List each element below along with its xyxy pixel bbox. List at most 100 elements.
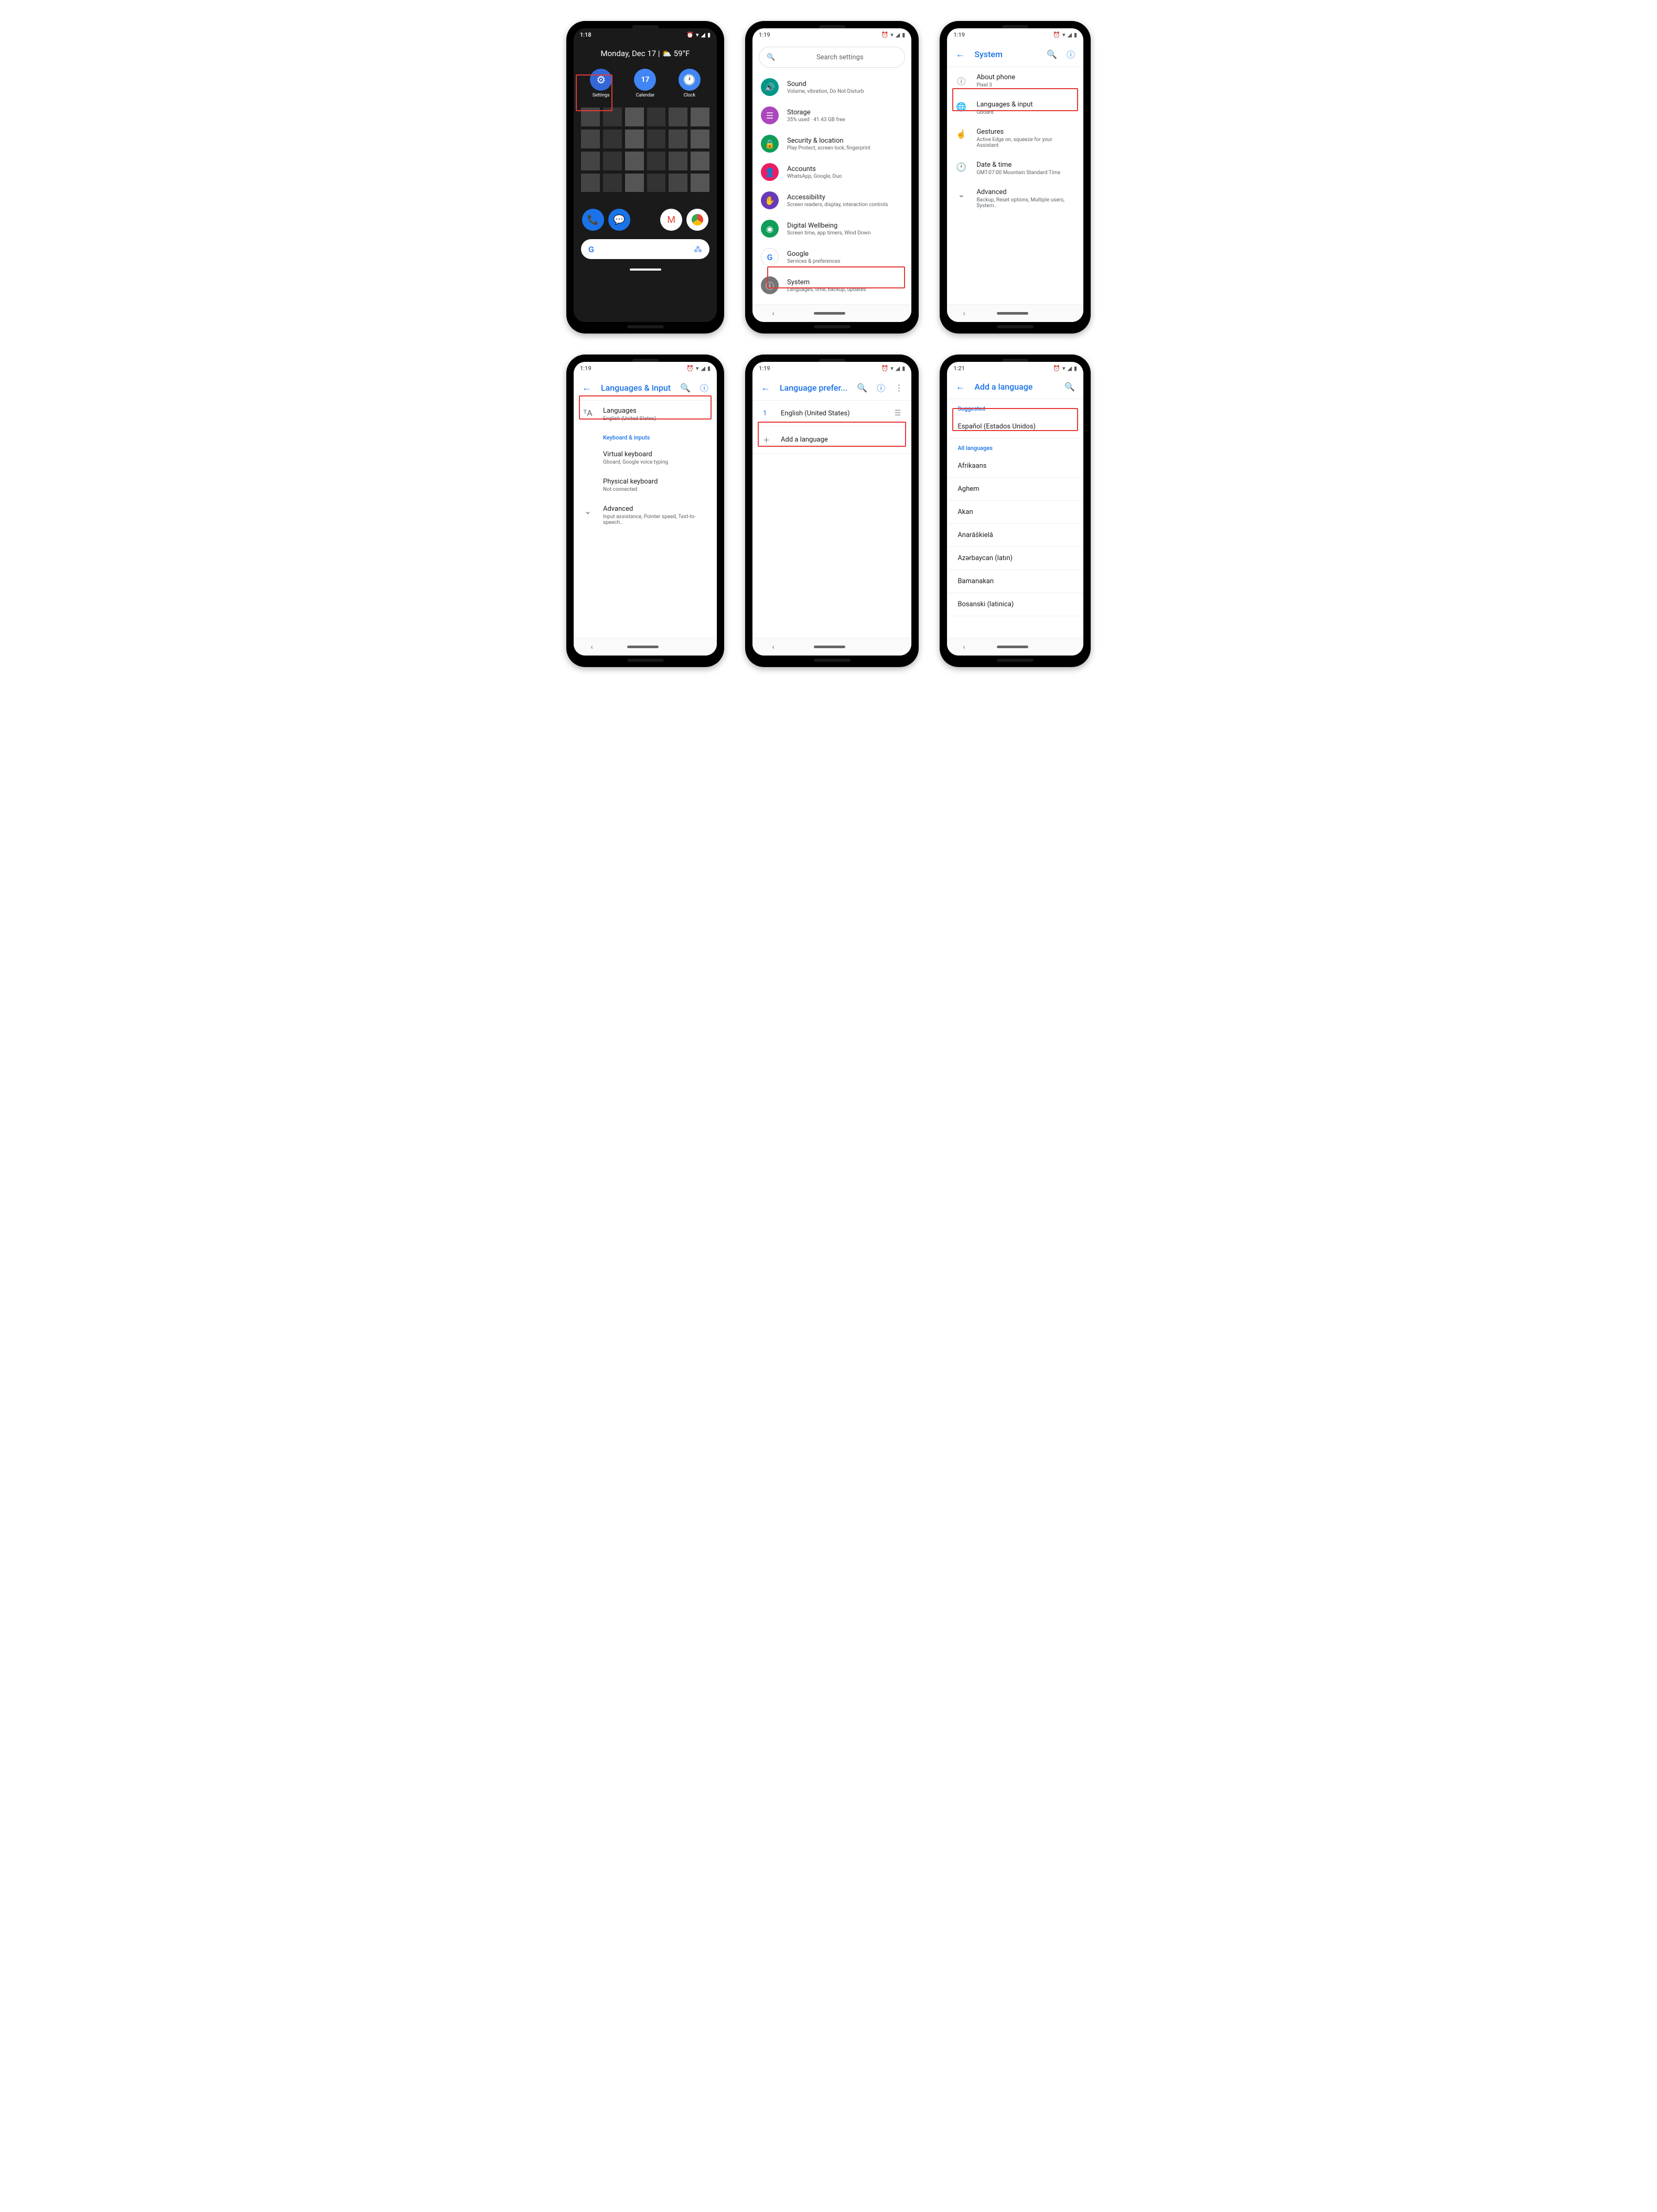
help-icon[interactable]: ⓘ	[877, 381, 885, 394]
google-search-bar[interactable]: G ⁂	[581, 239, 709, 259]
back-button[interactable]: ‹	[772, 309, 774, 318]
status-time: 1:18	[580, 31, 591, 38]
system-screen: 1:19 ⏰▾◢▮ ← System 🔍 ⓘ ⓘAbout phonePixel…	[947, 28, 1083, 322]
overflow-icon[interactable]: ⋮	[895, 383, 903, 393]
lang-pref-screen: 1:19 ⏰▾◢▮ ← Language prefer... 🔍 ⓘ ⋮ 1 E…	[752, 362, 911, 656]
nav-bar: ‹	[947, 304, 1083, 322]
system-row-gestures[interactable]: ☝GesturesActive Edge on, squeeze for you…	[947, 122, 1083, 155]
page-title: Language prefer...	[780, 383, 847, 393]
back-button[interactable]: ‹	[590, 643, 593, 651]
system-row-about-phone[interactable]: ⓘAbout phonePixel 3	[947, 67, 1083, 94]
app-bar: ← Add a language 🔍	[947, 375, 1083, 399]
home-button[interactable]	[814, 312, 845, 315]
language-option[interactable]: Aghem	[947, 478, 1083, 501]
page-title: System	[974, 49, 1037, 59]
status-bar: 1:18 ⏰▾◢▮	[574, 28, 717, 41]
settings-row-accessibility[interactable]: ✋AccessibilityScreen readers, display, i…	[752, 186, 911, 214]
search-icon[interactable]: 🔍	[1047, 49, 1057, 59]
phone-add-lang: 1:21 ⏰▾◢▮ ← Add a language 🔍 Suggested E…	[940, 355, 1091, 667]
row-icon: G	[761, 248, 779, 266]
help-icon[interactable]: ⓘ	[700, 381, 708, 394]
row-icon: 🌐	[955, 102, 967, 112]
row-suggested-language[interactable]: Español (Estados Unidos)	[947, 415, 1083, 438]
app-calendar[interactable]: 17Calendar	[634, 69, 656, 98]
gmail-app-icon[interactable]: M	[660, 209, 682, 231]
status-time: 1:19	[759, 31, 770, 38]
phone-app-icon[interactable]: 📞	[582, 209, 604, 231]
status-time: 1:19	[580, 365, 591, 372]
system-row-languages-input[interactable]: 🌐Languages & inputGboard	[947, 94, 1083, 122]
settings-row-accounts[interactable]: 👤AccountsWhatsApp, Google, Duo	[752, 158, 911, 186]
settings-row-storage[interactable]: ☰Storage35% used · 41.43 GB free	[752, 101, 911, 130]
help-icon[interactable]: ⓘ	[1067, 48, 1075, 60]
messages-app-icon[interactable]: 💬	[608, 209, 630, 231]
system-row-advanced[interactable]: ⌄AdvancedBackup, Reset options, Multiple…	[947, 182, 1083, 215]
phone-home: 1:18 ⏰▾◢▮ Monday, Dec 17 | ⛅ 59°F ⚙Setti…	[566, 21, 724, 334]
home-button[interactable]	[627, 646, 659, 648]
drag-handle-icon[interactable]: ☰	[895, 409, 901, 417]
settings-row-security-location[interactable]: 🔒Security & locationPlay Protect, screen…	[752, 130, 911, 158]
settings-row-sound[interactable]: 🔊SoundVolume, vibration, Do Not Disturb	[752, 73, 911, 101]
home-button[interactable]	[997, 312, 1028, 315]
search-icon[interactable]: 🔍	[857, 383, 867, 393]
language-option[interactable]: Afrikaans	[947, 455, 1083, 478]
language-option[interactable]: Azərbaycan (latın)	[947, 547, 1083, 570]
status-time: 1:19	[759, 365, 770, 372]
home-indicator[interactable]	[630, 269, 661, 271]
system-list[interactable]: ⓘAbout phonePixel 3🌐Languages & inputGbo…	[947, 67, 1083, 304]
app-bar: ← Languages & input 🔍 ⓘ	[574, 375, 717, 401]
settings-row-tips-support[interactable]: ?Tips & supportHelp articles, phone & ch…	[752, 299, 911, 304]
row-languages[interactable]: ᵀA LanguagesEnglish (United States)	[574, 401, 717, 428]
calendar-icon: 17	[634, 69, 656, 91]
phone-lang-pref: 1:19 ⏰▾◢▮ ← Language prefer... 🔍 ⓘ ⋮ 1 E…	[745, 355, 919, 667]
section-all-languages: All languages	[947, 438, 1083, 455]
add-language-list[interactable]: Suggested Español (Estados Unidos) All l…	[947, 399, 1083, 638]
system-row-date-time[interactable]: 🕐Date & timeGMT-07:00 Mountain Standard …	[947, 155, 1083, 182]
back-icon[interactable]: ←	[582, 382, 591, 393]
status-icons: ⏰▾◢▮	[1053, 365, 1077, 372]
add-lang-screen: 1:21 ⏰▾◢▮ ← Add a language 🔍 Suggested E…	[947, 362, 1083, 656]
back-button[interactable]: ‹	[963, 643, 965, 651]
row-icon: 👤	[761, 163, 779, 181]
status-bar: 1:19 ⏰▾◢▮	[752, 362, 911, 375]
row-add-language[interactable]: ＋ Add a language	[752, 426, 911, 454]
back-button[interactable]: ‹	[772, 643, 774, 651]
language-option[interactable]: Anarâškielâ	[947, 524, 1083, 547]
back-button[interactable]: ‹	[963, 309, 965, 318]
settings-list[interactable]: 🔊SoundVolume, vibration, Do Not Disturb☰…	[752, 73, 911, 304]
back-icon[interactable]: ←	[955, 381, 965, 392]
lang-input-screen: 1:19 ⏰▾◢▮ ← Languages & input 🔍 ⓘ ᵀA Lan…	[574, 362, 717, 656]
settings-row-google[interactable]: GGoogleServices & preferences	[752, 243, 911, 271]
home-button[interactable]	[814, 646, 845, 648]
back-icon[interactable]: ←	[761, 382, 770, 393]
back-icon[interactable]: ←	[955, 49, 965, 60]
dock: 📞 💬 M	[574, 201, 717, 234]
search-icon[interactable]: 🔍	[680, 383, 691, 393]
row-icon: 🔊	[761, 78, 779, 96]
chrome-app-icon[interactable]	[686, 209, 708, 231]
language-option[interactable]: Bamanakan	[947, 570, 1083, 593]
app-settings[interactable]: ⚙Settings	[590, 69, 612, 98]
status-bar: 1:19 ⏰▾◢▮	[752, 28, 911, 41]
row-icon: ⓘ	[761, 276, 779, 294]
row-current-language[interactable]: 1 English (United States) ☰	[752, 401, 911, 426]
app-clock[interactable]: 🕐Clock	[679, 69, 701, 98]
nav-bar: ‹	[574, 638, 717, 656]
home-button[interactable]	[997, 646, 1028, 648]
settings-row-system[interactable]: ⓘSystemLanguages, time, backup, updates	[752, 271, 911, 299]
settings-row-digital-wellbeing[interactable]: ◉Digital WellbeingScreen time, app timer…	[752, 214, 911, 243]
settings-search[interactable]: 🔍 Search settings	[759, 47, 905, 68]
language-option[interactable]: Akan	[947, 501, 1083, 524]
language-option[interactable]: Bosanski (latinica)	[947, 593, 1083, 616]
home-screen: 1:18 ⏰▾◢▮ Monday, Dec 17 | ⛅ 59°F ⚙Setti…	[574, 28, 717, 322]
search-icon[interactable]: 🔍	[1064, 382, 1075, 392]
gear-icon: ⚙	[590, 69, 612, 91]
assistant-icon[interactable]: ⁂	[694, 244, 702, 254]
status-icons: ⏰▾◢▮	[881, 365, 906, 372]
row-virtual-keyboard[interactable]: Virtual keyboardGboard, Google voice typ…	[574, 444, 717, 471]
row-physical-keyboard[interactable]: Physical keyboardNot connected	[574, 471, 717, 499]
nav-bar: ‹	[947, 638, 1083, 656]
search-icon: 🔍	[767, 53, 775, 61]
status-time: 1:19	[953, 31, 965, 38]
row-advanced[interactable]: ⌄AdvancedInput assistance, Pointer speed…	[574, 499, 717, 532]
